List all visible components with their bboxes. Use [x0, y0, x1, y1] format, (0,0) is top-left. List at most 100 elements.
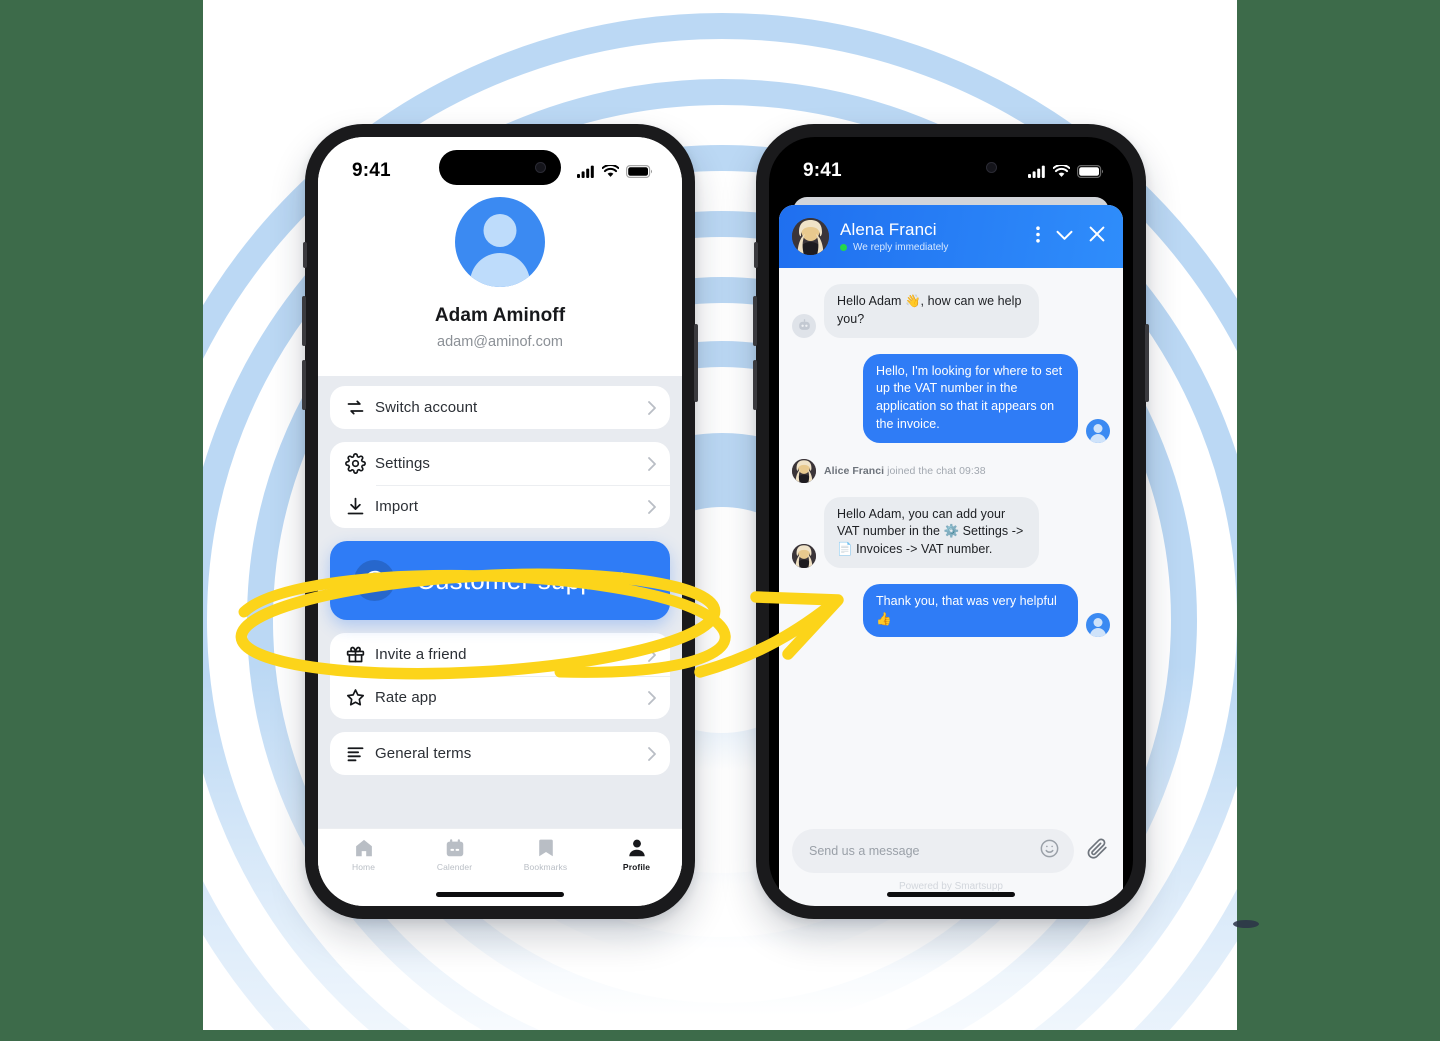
chevron-right-icon [648, 746, 656, 761]
power-button[interactable] [1145, 324, 1149, 402]
front-camera-icon [535, 162, 546, 173]
chat-bubble: Hello, I'm looking for where to set up t… [863, 353, 1078, 443]
settings-menu: Switch account Settings Import Customer … [318, 376, 682, 876]
tab-home[interactable]: Home [318, 837, 409, 872]
cellular-signal-icon [1028, 165, 1045, 178]
mute-switch[interactable] [303, 242, 307, 268]
tab-bookmarks[interactable]: Bookmarks [500, 837, 591, 872]
chevron-right-icon [648, 499, 656, 514]
dynamic-island [439, 150, 561, 185]
chat-message-outgoing: Hello, I'm looking for where to set up t… [792, 353, 1110, 443]
gear-icon [345, 453, 375, 474]
volume-up-button[interactable] [753, 296, 757, 346]
chat-system-join-event: Alice Franci joined the chat 09:38 [792, 458, 1110, 483]
home-indicator[interactable] [887, 892, 1015, 897]
status-time: 9:41 [803, 160, 842, 181]
tab-label: Home [351, 862, 376, 872]
chat-bubble: Hello Adam, you can add your VAT number … [824, 496, 1039, 568]
calendar-icon [446, 839, 463, 857]
menu-group: Invite a friend Rate app [330, 633, 670, 719]
switch-account-icon [345, 397, 375, 418]
battery-icon [1077, 164, 1103, 178]
tab-profile[interactable]: Profile [591, 837, 682, 872]
menu-group: Switch account [330, 386, 670, 429]
menu-item-label: Switch account [375, 399, 478, 416]
right-phone-device: 9:41 Alena Franci We reply immediately H… [753, 124, 1149, 919]
status-time: 9:41 [352, 160, 391, 181]
agent-avatar-photo [792, 543, 816, 568]
online-status-dot [840, 244, 847, 252]
chat-agent-status: We reply immediately [840, 242, 1025, 253]
document-lines-icon [345, 743, 375, 764]
join-event-text: joined the chat 09:38 [887, 464, 986, 477]
chat-widget: Alena Franci We reply immediately Hello … [779, 205, 1123, 906]
menu-item-rate-app[interactable]: Rate app [330, 676, 670, 719]
message-input-placeholder: Send us a message [809, 844, 920, 858]
user-avatar-icon [455, 197, 545, 287]
question-circle-icon [354, 560, 395, 601]
profile-email: adam@aminof.com [437, 334, 563, 350]
customer-support-label: Customer support [416, 565, 626, 595]
chat-message-list[interactable]: Hello Adam 👋, how can we help you? Hello… [779, 268, 1123, 829]
chat-bubble: Thank you, that was very helpful 👍 [863, 583, 1078, 638]
menu-item-label: Import [375, 498, 419, 515]
home-icon [355, 839, 372, 857]
profile-person-icon [628, 839, 645, 857]
radiating-arcs-decoration [203, 13, 1237, 1030]
wifi-icon [602, 164, 619, 177]
tab-label: Bookmarks [523, 862, 568, 872]
menu-item-invite-a-friend[interactable]: Invite a friend [330, 633, 670, 676]
chat-message-incoming: Hello Adam, you can add your VAT number … [792, 496, 1110, 568]
front-camera-icon [986, 162, 997, 173]
customer-support-button[interactable]: Customer support [330, 541, 670, 620]
menu-item-settings[interactable]: Settings [330, 442, 670, 485]
menu-item-import[interactable]: Import [330, 485, 670, 528]
cellular-signal-icon [577, 165, 594, 178]
close-icon[interactable] [1089, 226, 1105, 247]
chevron-right-icon [648, 690, 656, 705]
tab-label: Calender [436, 862, 473, 872]
menu-item-general-terms[interactable]: General terms [330, 732, 670, 775]
menu-item-label: Rate app [375, 689, 437, 706]
power-button[interactable] [694, 324, 698, 402]
chat-composer: Send us a message [779, 829, 1123, 881]
tab-label: Profile [622, 862, 651, 872]
wifi-icon [1053, 164, 1070, 177]
join-actor-name: Alice Franci [824, 464, 885, 477]
chevron-down-icon[interactable] [1056, 228, 1073, 246]
menu-item-switch-account[interactable]: Switch account [330, 386, 670, 429]
right-phone-screen: 9:41 Alena Franci We reply immediately H… [769, 137, 1133, 906]
chevron-right-icon [648, 400, 656, 415]
user-avatar-icon [1086, 418, 1110, 443]
agent-avatar-photo [792, 218, 829, 255]
kebab-menu-icon[interactable] [1036, 225, 1040, 248]
volume-down-button[interactable] [302, 360, 306, 410]
left-phone-screen: 9:41 Adam Aminoff adam@aminof.com Switch… [318, 137, 682, 906]
volume-up-button[interactable] [302, 296, 306, 346]
smiley-icon[interactable] [1039, 838, 1060, 864]
chat-agent-name: Alena Franci [840, 219, 937, 239]
agent-avatar-photo [792, 458, 816, 483]
chat-message-outgoing: Thank you, that was very helpful 👍 [792, 583, 1110, 638]
chat-header: Alena Franci We reply immediately [779, 205, 1123, 268]
menu-item-label: Invite a friend [375, 646, 467, 663]
chat-message-incoming: Hello Adam 👋, how can we help you? [792, 284, 1110, 338]
user-avatar-icon [1086, 613, 1110, 638]
gift-icon [345, 644, 375, 665]
menu-group: General terms [330, 732, 670, 775]
bookmark-icon [538, 839, 553, 857]
paperclip-icon[interactable] [1086, 837, 1110, 866]
page-title: Adam Aminoff [434, 305, 566, 326]
left-phone-device: 9:41 Adam Aminoff adam@aminof.com Switch… [302, 124, 698, 919]
star-icon [345, 687, 375, 708]
tab-calender[interactable]: Calender [409, 837, 500, 872]
message-input[interactable]: Send us a message [792, 829, 1074, 873]
battery-icon [626, 164, 652, 178]
download-icon [345, 496, 375, 517]
home-indicator[interactable] [436, 892, 564, 897]
chat-bubble: Hello Adam 👋, how can we help you? [824, 284, 1039, 338]
bottom-tab-bar: Home Calender Bookmarks Profile [318, 828, 682, 906]
menu-group: Settings Import [330, 442, 670, 528]
mute-switch[interactable] [754, 242, 758, 268]
volume-down-button[interactable] [753, 360, 757, 410]
